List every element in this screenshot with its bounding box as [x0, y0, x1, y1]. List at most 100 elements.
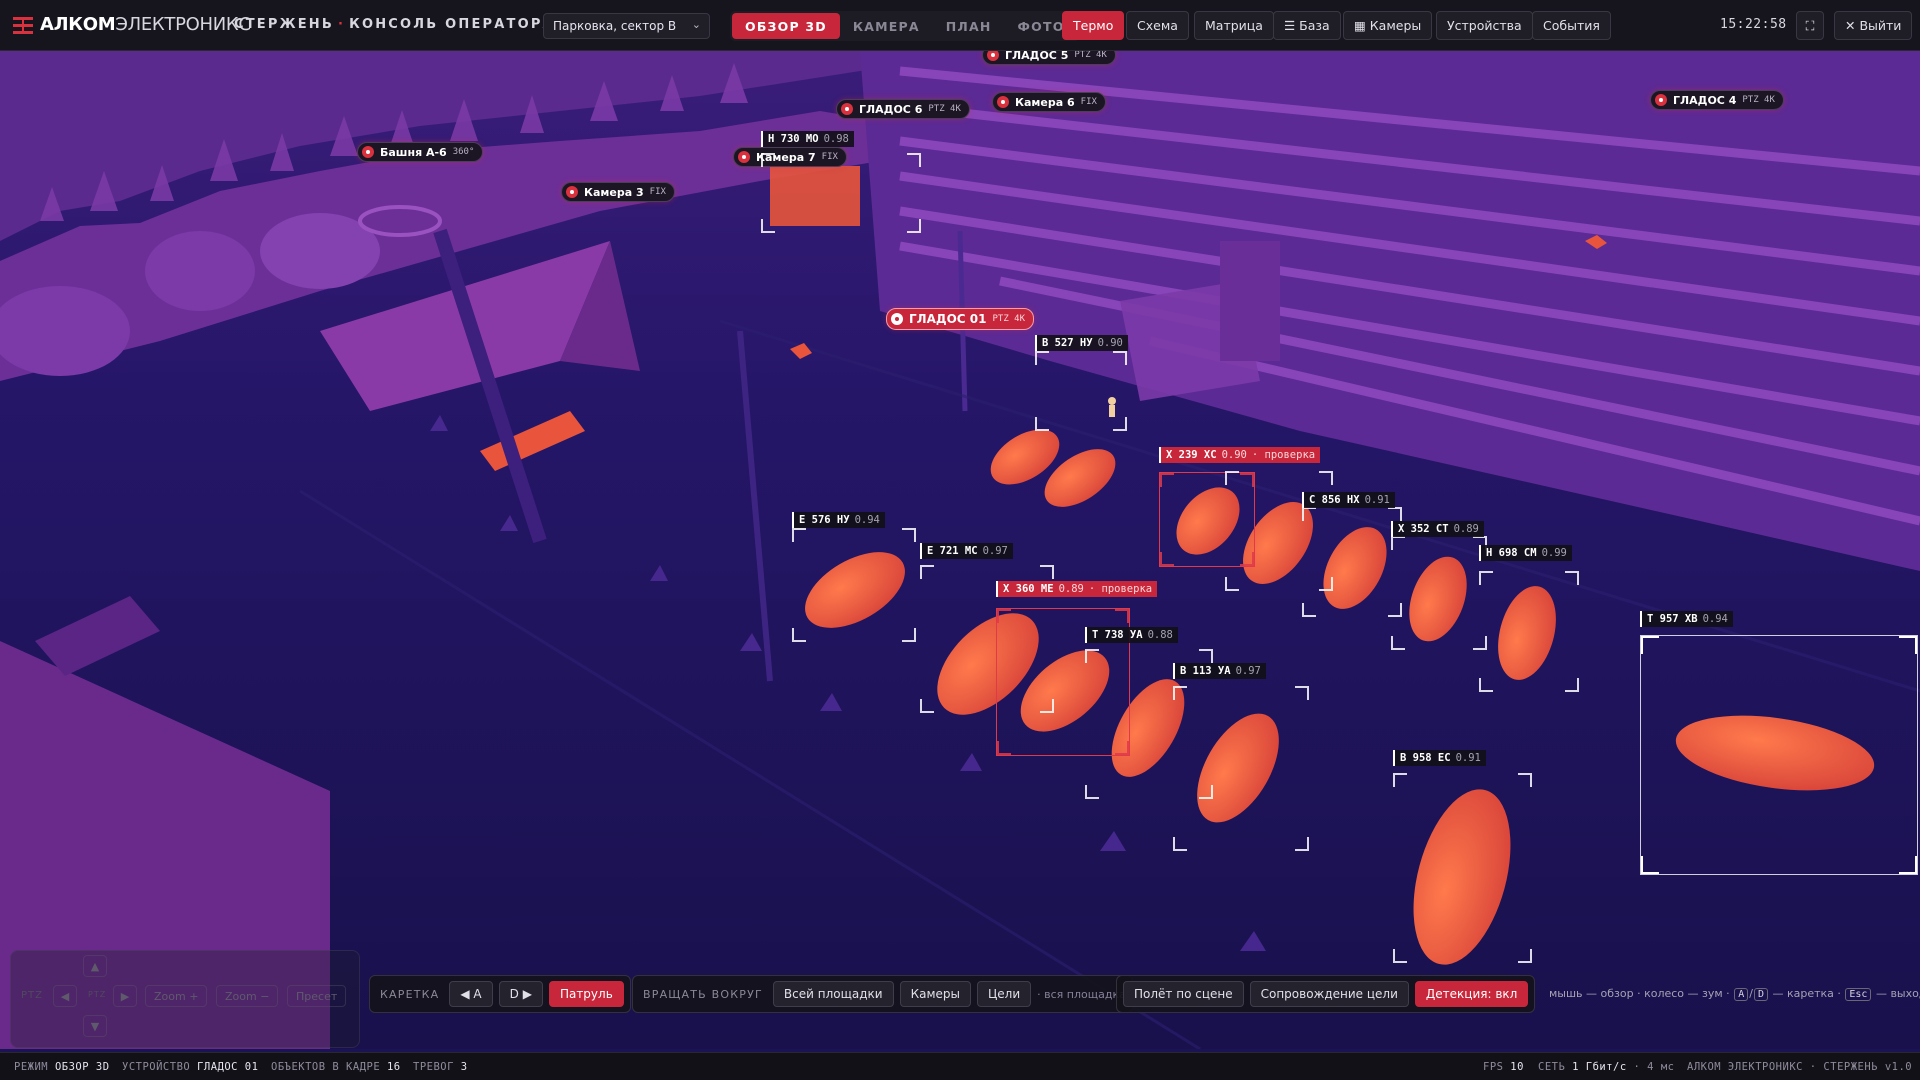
keyboard-hint: мышь — обзор · колесо — зум · A / D — каре…: [1549, 987, 1920, 1001]
plate-confidence: 0.91: [1455, 752, 1481, 764]
status-net-value: 1 Гбит/с: [1572, 1061, 1627, 1073]
hint-carriage: — каретка ·: [1772, 987, 1841, 1000]
plate-note: · проверка: [1088, 583, 1153, 595]
camera-dot-icon: [566, 186, 578, 198]
ptz-right-button[interactable]: ▶: [113, 985, 137, 1007]
camera-type: PTZ 4K: [1074, 50, 1107, 60]
camera-tag-camera-3[interactable]: Камера 3 FIX: [561, 182, 675, 202]
app-title-separator: ·: [338, 17, 346, 32]
ptz-left-button[interactable]: ◀: [53, 985, 77, 1007]
plate-confidence: 0.89: [1453, 523, 1479, 535]
tab-plan[interactable]: ПЛАН: [933, 13, 1005, 39]
patrol-button[interactable]: Патруль: [548, 981, 624, 1007]
matrix-button[interactable]: Матрица: [1194, 11, 1274, 40]
key-a: A: [1734, 988, 1749, 1001]
orbit-targets-button[interactable]: Цели: [976, 981, 1032, 1007]
app-title: СТЕРЖЕНЬ · КОНСОЛЬ ОПЕРАТОРА: [234, 17, 555, 32]
status-net-label: СЕТЬ: [1538, 1061, 1566, 1073]
plate-label[interactable]: Н 730 МО 0.98: [761, 131, 854, 147]
plate-number: Х 352 СТ: [1398, 523, 1449, 535]
detection-box[interactable]: [1391, 536, 1487, 650]
status-objects-value: 16: [386, 1061, 401, 1073]
detection-box[interactable]: [1393, 773, 1532, 963]
plate-number: Х 360 МЕ: [1003, 583, 1054, 595]
scheme-button[interactable]: Схема: [1126, 11, 1189, 40]
plate-label[interactable]: Т 957 ХВ 0.94: [1640, 611, 1733, 627]
orbit-group: ВРАЩАТЬ ВОКРУГ Всей площадки Камеры Цели…: [632, 975, 1133, 1013]
tab-camera[interactable]: КАМЕРА: [840, 13, 933, 39]
events-button[interactable]: События: [1532, 11, 1611, 40]
camera-type: FIX: [649, 187, 666, 197]
app-name: СТЕРЖЕНЬ: [234, 17, 334, 32]
camera-type: FIX: [1080, 97, 1097, 107]
brand-logo: АЛКОМЭЛЕКТРОНИКС: [40, 14, 251, 35]
plate-label[interactable]: В 113 УА 0.97: [1173, 663, 1266, 679]
zoom-in-button[interactable]: Zoom +: [145, 985, 208, 1007]
orbit-cameras-button[interactable]: Камеры: [899, 981, 971, 1007]
plate-label[interactable]: Е 721 МС 0.97: [920, 543, 1013, 559]
camera-type: PTZ 4K: [928, 104, 961, 114]
camera-tag-tower-a6[interactable]: Башня А-6 360°: [357, 142, 484, 162]
camera-tag-glados-4[interactable]: ГЛАДОС 4 PTZ 4K: [1650, 90, 1784, 110]
plate-note: · проверка: [1251, 449, 1316, 461]
camera-type: PTZ 4K: [992, 314, 1025, 324]
ptz-up-button[interactable]: ▲: [83, 955, 107, 977]
plate-label-alert[interactable]: Х 239 ХС 0.90 · проверка: [1159, 447, 1321, 463]
logout-button[interactable]: ✕ Выйти: [1834, 11, 1913, 40]
detection-toggle-button[interactable]: Детекция: вкл: [1414, 981, 1529, 1007]
thermo-button[interactable]: Термо: [1062, 11, 1125, 40]
camera-tag-glados-01[interactable]: ГЛАДОС 01 PTZ 4K: [886, 308, 1034, 330]
plate-confidence: 0.94: [1702, 613, 1728, 625]
plate-label[interactable]: В 527 НУ 0.90: [1035, 335, 1128, 351]
detection-box[interactable]: [761, 153, 921, 233]
preset-button[interactable]: Пресет: [287, 985, 347, 1007]
detection-box[interactable]: [1035, 351, 1127, 431]
status-device-value: ГЛАДОС 01: [197, 1061, 259, 1073]
status-device: УСТРОЙСТВО ГЛАДОС 01: [122, 1061, 258, 1073]
camera-dot-icon: [997, 96, 1009, 108]
status-objects-label: ОБЪЕКТОВ В КАДРЕ: [271, 1061, 381, 1073]
fullscreen-button[interactable]: ⛶: [1796, 11, 1824, 40]
fly-scene-button[interactable]: Полёт по сцене: [1123, 981, 1244, 1007]
orbit-site-button[interactable]: Всей площадки: [772, 981, 894, 1007]
camera-tag-glados-6[interactable]: ГЛАДОС 6 PTZ 4K: [836, 99, 970, 119]
detection-box[interactable]: [792, 528, 916, 642]
brand-thin: ЭЛЕКТРОНИКС: [115, 14, 251, 35]
cameras-button[interactable]: ▦ Камеры: [1343, 11, 1433, 40]
base-button[interactable]: ☰ База: [1273, 11, 1341, 40]
clock: 15:22:58: [1720, 17, 1787, 32]
tab-overview-3d[interactable]: ОБЗОР 3D: [732, 13, 840, 39]
plate-label[interactable]: В 958 ЕС 0.91: [1393, 750, 1486, 766]
carriage-left-button[interactable]: ◀ A: [449, 981, 493, 1007]
plate-label[interactable]: С 856 НХ 0.91: [1302, 492, 1395, 508]
sector-select[interactable]: Парковка, сектор В ⌄: [543, 13, 710, 39]
status-mode-value: ОБЗОР 3D: [54, 1061, 110, 1073]
ptz-down-button[interactable]: ▼: [83, 1015, 107, 1037]
hint-exit: — выход: [1875, 987, 1920, 1000]
plate-label[interactable]: Х 352 СТ 0.89: [1391, 521, 1484, 537]
follow-target-button[interactable]: Сопровождение цели: [1249, 981, 1409, 1007]
status-bar: РЕЖИМ ОБЗОР 3D УСТРОЙСТВО ГЛАДОС 01 ОБЪЕ…: [0, 1052, 1920, 1080]
carriage-right-button[interactable]: D ▶: [498, 981, 543, 1007]
status-alarms: ТРЕВОГ 3: [413, 1061, 468, 1073]
plate-label[interactable]: Н 698 СМ 0.99: [1479, 545, 1572, 561]
status-alarms-label: ТРЕВОГ: [413, 1061, 454, 1073]
plate-confidence: 0.98: [823, 133, 849, 145]
app-section: КОНСОЛЬ ОПЕРАТОРА: [349, 17, 555, 32]
scene-viewport[interactable]: ГЛАДОС 5 PTZ 4K Камера 6 FIX ГЛАДОС 6 PTZ 4…: [0, 45, 1920, 1049]
plate-confidence: 0.90: [1221, 449, 1247, 461]
zoom-out-button[interactable]: Zoom −: [216, 985, 279, 1007]
devices-button[interactable]: Устройства: [1436, 11, 1533, 40]
plate-number: Е 721 МС: [927, 545, 978, 557]
camera-tag-camera-6[interactable]: Камера 6 FIX: [992, 92, 1106, 112]
plate-confidence: 0.97: [982, 545, 1008, 557]
detection-box[interactable]: [1173, 686, 1309, 851]
plate-label[interactable]: Т 738 УА 0.88: [1085, 627, 1178, 643]
plate-label-alert[interactable]: Х 360 МЕ 0.89 · проверка: [996, 581, 1158, 597]
plate-label[interactable]: Е 576 НУ 0.94: [792, 512, 885, 528]
detection-box-focused[interactable]: [1640, 635, 1918, 875]
detection-box[interactable]: [1302, 507, 1402, 617]
hint-slash: /: [1749, 987, 1753, 1000]
key-esc: Esc: [1845, 988, 1872, 1001]
detection-box[interactable]: [1479, 571, 1579, 692]
